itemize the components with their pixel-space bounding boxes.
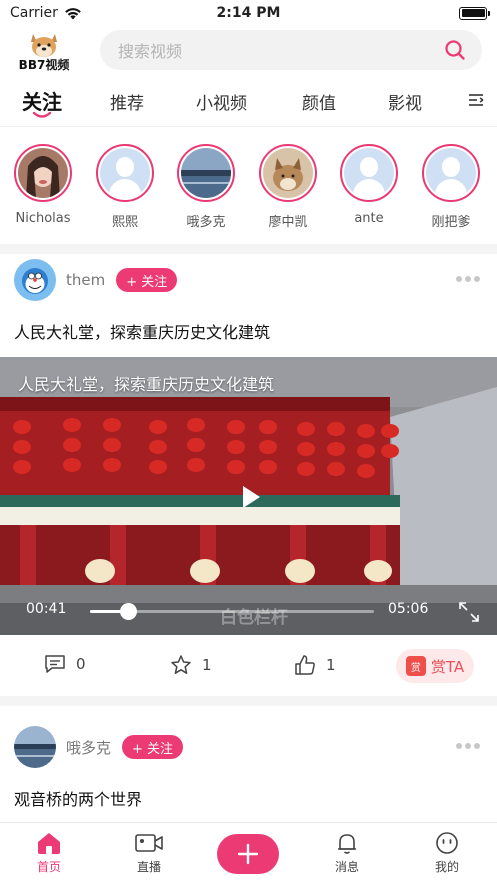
follow-button[interactable]: + 关注: [116, 268, 178, 292]
tab-recommend[interactable]: 推荐: [110, 89, 144, 114]
story-name: Nicholas: [15, 211, 71, 226]
nav-home[interactable]: 首页: [19, 831, 79, 875]
story-name: 廖中凯: [268, 215, 308, 230]
video-controls: 白色栏杆 00:41 05:06: [0, 589, 497, 635]
follow-button[interactable]: + 关注: [122, 735, 184, 759]
author-name[interactable]: them: [66, 271, 105, 289]
story-item[interactable]: 熙熙: [90, 144, 160, 230]
user-avatar: [18, 148, 68, 198]
tab-short-video[interactable]: 小视频: [196, 89, 247, 114]
nav-label: 我的: [434, 860, 459, 874]
nav-label: 消息: [334, 860, 359, 874]
reward-button[interactable]: 赏 赏TA: [396, 649, 474, 683]
post-title[interactable]: 人民大礼堂，探索重庆历史文化建筑: [14, 319, 270, 343]
story-item[interactable]: 刚把爹: [416, 144, 486, 230]
nav-live[interactable]: 直播: [119, 831, 179, 875]
plus-icon: [237, 843, 259, 865]
status-bar: Carrier 2:14 PM: [0, 0, 497, 26]
logo-text: BB7视频: [18, 57, 70, 72]
video-camera-icon: [135, 834, 163, 852]
default-avatar-icon: [426, 148, 476, 198]
tab-menu-icon[interactable]: [467, 92, 485, 108]
search-placeholder: 搜索视频: [118, 42, 183, 61]
post-author-row: 哦多克 + 关注: [14, 725, 484, 769]
user-avatar: [181, 148, 231, 198]
reward-label: 赏TA: [430, 657, 465, 676]
story-name: 刚把爹: [431, 215, 471, 230]
default-avatar-icon: [100, 148, 150, 198]
video-duration: 05:06: [388, 601, 429, 617]
app-header: BB7视频 搜索视频: [0, 26, 497, 76]
favorite-action[interactable]: 1: [170, 654, 212, 676]
story-item[interactable]: 廖中凯: [253, 144, 323, 230]
tab-looks[interactable]: 颜值: [302, 89, 336, 114]
wifi-icon: [65, 7, 81, 19]
author-avatar[interactable]: [14, 726, 56, 768]
reward-icon: 赏: [405, 656, 426, 676]
author-name[interactable]: 哦多克: [66, 737, 111, 758]
bell-icon: [338, 834, 356, 854]
story-item[interactable]: 哦多克: [171, 144, 241, 230]
thumbs-up-icon: [295, 655, 315, 675]
nav-profile[interactable]: 我的: [417, 831, 477, 875]
story-name: 哦多克: [186, 215, 226, 230]
current-time: 00:41: [26, 601, 67, 617]
comment-icon: [45, 655, 65, 673]
comment-action[interactable]: 0: [44, 654, 86, 674]
comment-count: 0: [76, 655, 86, 673]
app-logo[interactable]: BB7视频: [0, 30, 88, 73]
progress-track[interactable]: [90, 603, 374, 620]
story-name: ante: [354, 211, 384, 226]
tabs-divider: [0, 126, 497, 127]
story-item[interactable]: Nicholas: [8, 144, 78, 226]
play-icon[interactable]: [240, 484, 262, 510]
section-separator: [0, 696, 497, 706]
story-name: 熙熙: [111, 215, 138, 230]
carrier-label: Carrier: [10, 5, 58, 21]
bottom-navigation: 首页 直播 消息 我的: [0, 822, 497, 883]
more-options-icon[interactable]: [456, 743, 480, 749]
post-title[interactable]: 观音桥的两个世界: [14, 786, 142, 810]
followed-users-row: Nicholas 熙熙 哦多克 廖中凯 ante 刚把爹: [0, 144, 497, 236]
video-overlay-title: 人民大礼堂，探索重庆历史文化建筑: [18, 375, 275, 394]
nav-messages[interactable]: 消息: [317, 831, 377, 875]
search-bar[interactable]: 搜索视频: [100, 30, 482, 70]
dog-logo-icon: [31, 33, 57, 57]
nav-label: 首页: [36, 860, 61, 874]
star-icon: [171, 655, 191, 674]
progress-thumb[interactable]: [119, 603, 137, 620]
story-item[interactable]: ante: [334, 144, 404, 226]
home-icon: [38, 833, 60, 854]
video-watermark: 白色栏杆: [220, 608, 288, 628]
tab-movies[interactable]: 影视: [388, 89, 422, 114]
video-player[interactable]: 人民大礼堂，探索重庆历史文化建筑 白色栏杆 00:41 05:06: [0, 357, 497, 635]
carrier-group: Carrier: [10, 5, 82, 21]
add-post-button[interactable]: [217, 834, 279, 874]
post-actions: 0 1 1 赏 赏TA: [0, 636, 497, 696]
face-icon: [436, 832, 458, 854]
section-separator: [0, 244, 497, 254]
fullscreen-icon[interactable]: [458, 601, 480, 623]
battery-icon: [459, 6, 490, 20]
category-tabs: 关注 推荐 小视频 颜值 影视: [0, 80, 497, 126]
post-author-row: them + 关注: [14, 258, 484, 302]
active-tab-indicator: [32, 111, 52, 118]
search-icon[interactable]: [444, 39, 466, 61]
author-avatar[interactable]: [14, 259, 56, 301]
user-avatar: [263, 148, 313, 198]
like-action[interactable]: 1: [294, 654, 336, 676]
default-avatar-icon: [344, 148, 394, 198]
favorite-count: 1: [202, 656, 212, 674]
more-options-icon[interactable]: [456, 276, 480, 282]
like-count: 1: [326, 656, 336, 674]
nav-label: 直播: [136, 860, 161, 874]
